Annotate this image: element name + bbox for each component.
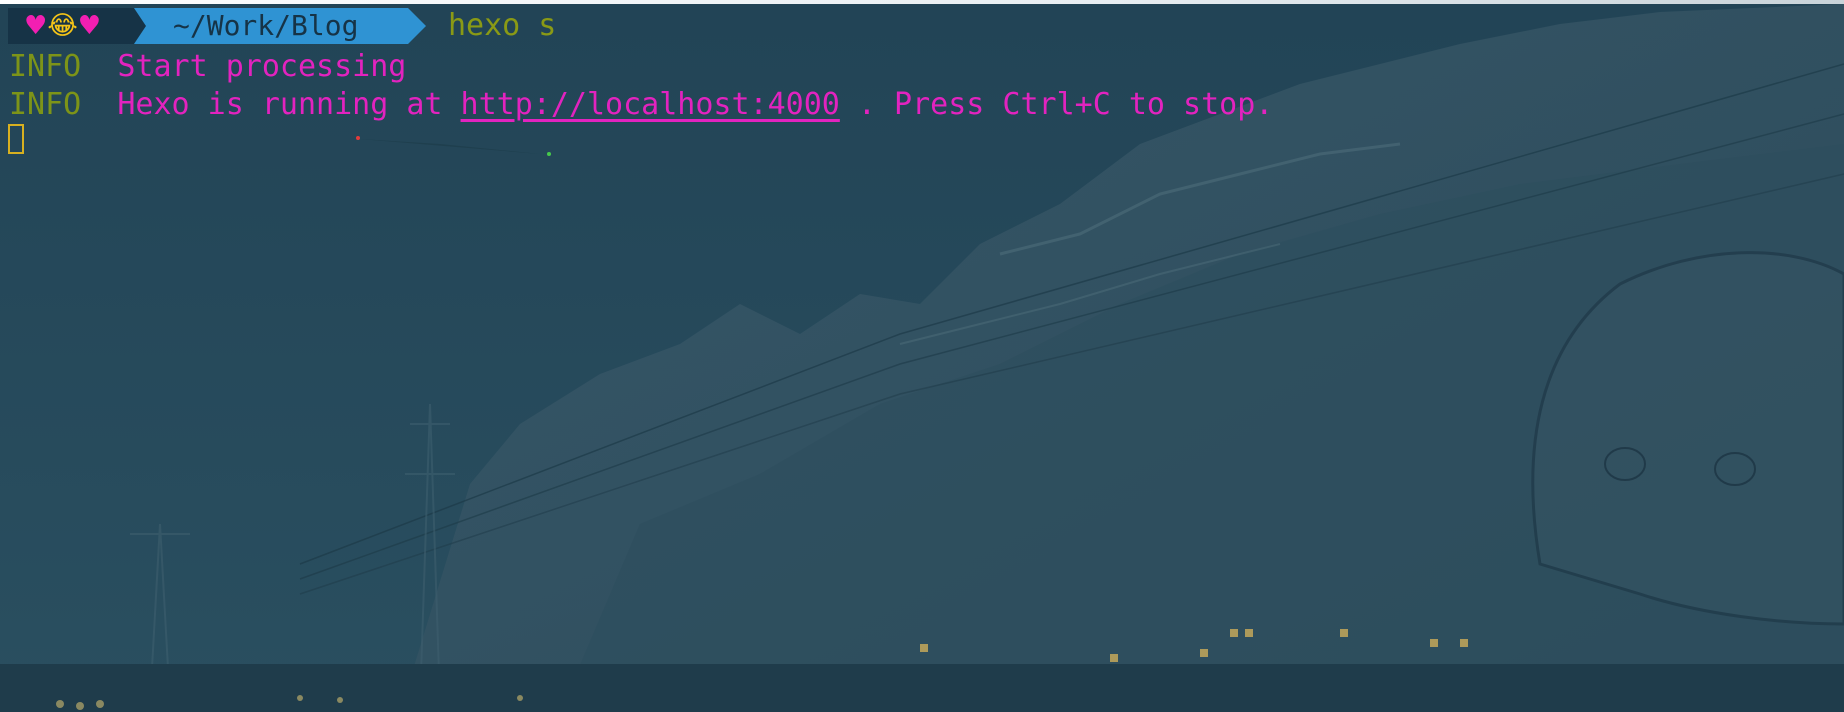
output-line: INFO Start processing: [9, 48, 406, 86]
log-message-suffix: . Press Ctrl+C to stop.: [839, 87, 1274, 122]
localhost-link[interactable]: http://localhost:4000: [461, 87, 840, 122]
terminal-window[interactable]: ♥😂♥ ~/Work/Blog hexo s INFO Start proces…: [0, 4, 1844, 712]
log-message: Start processing: [117, 49, 407, 84]
output-line: INFO Hexo is running at http://localhost…: [9, 86, 1273, 124]
log-level: INFO: [9, 49, 82, 84]
laughing-face-icon: 😂: [47, 11, 78, 41]
prompt-path: ~/Work/Blog: [173, 9, 359, 42]
heart-icon: ♥: [77, 11, 102, 41]
log-message: Hexo is running at: [117, 87, 461, 122]
prompt-icon-segment: ♥😂♥: [8, 8, 128, 44]
text-cursor: [8, 124, 24, 154]
heart-icon: ♥: [24, 11, 48, 41]
log-level: INFO: [9, 87, 82, 122]
typed-command: hexo s: [448, 8, 557, 43]
